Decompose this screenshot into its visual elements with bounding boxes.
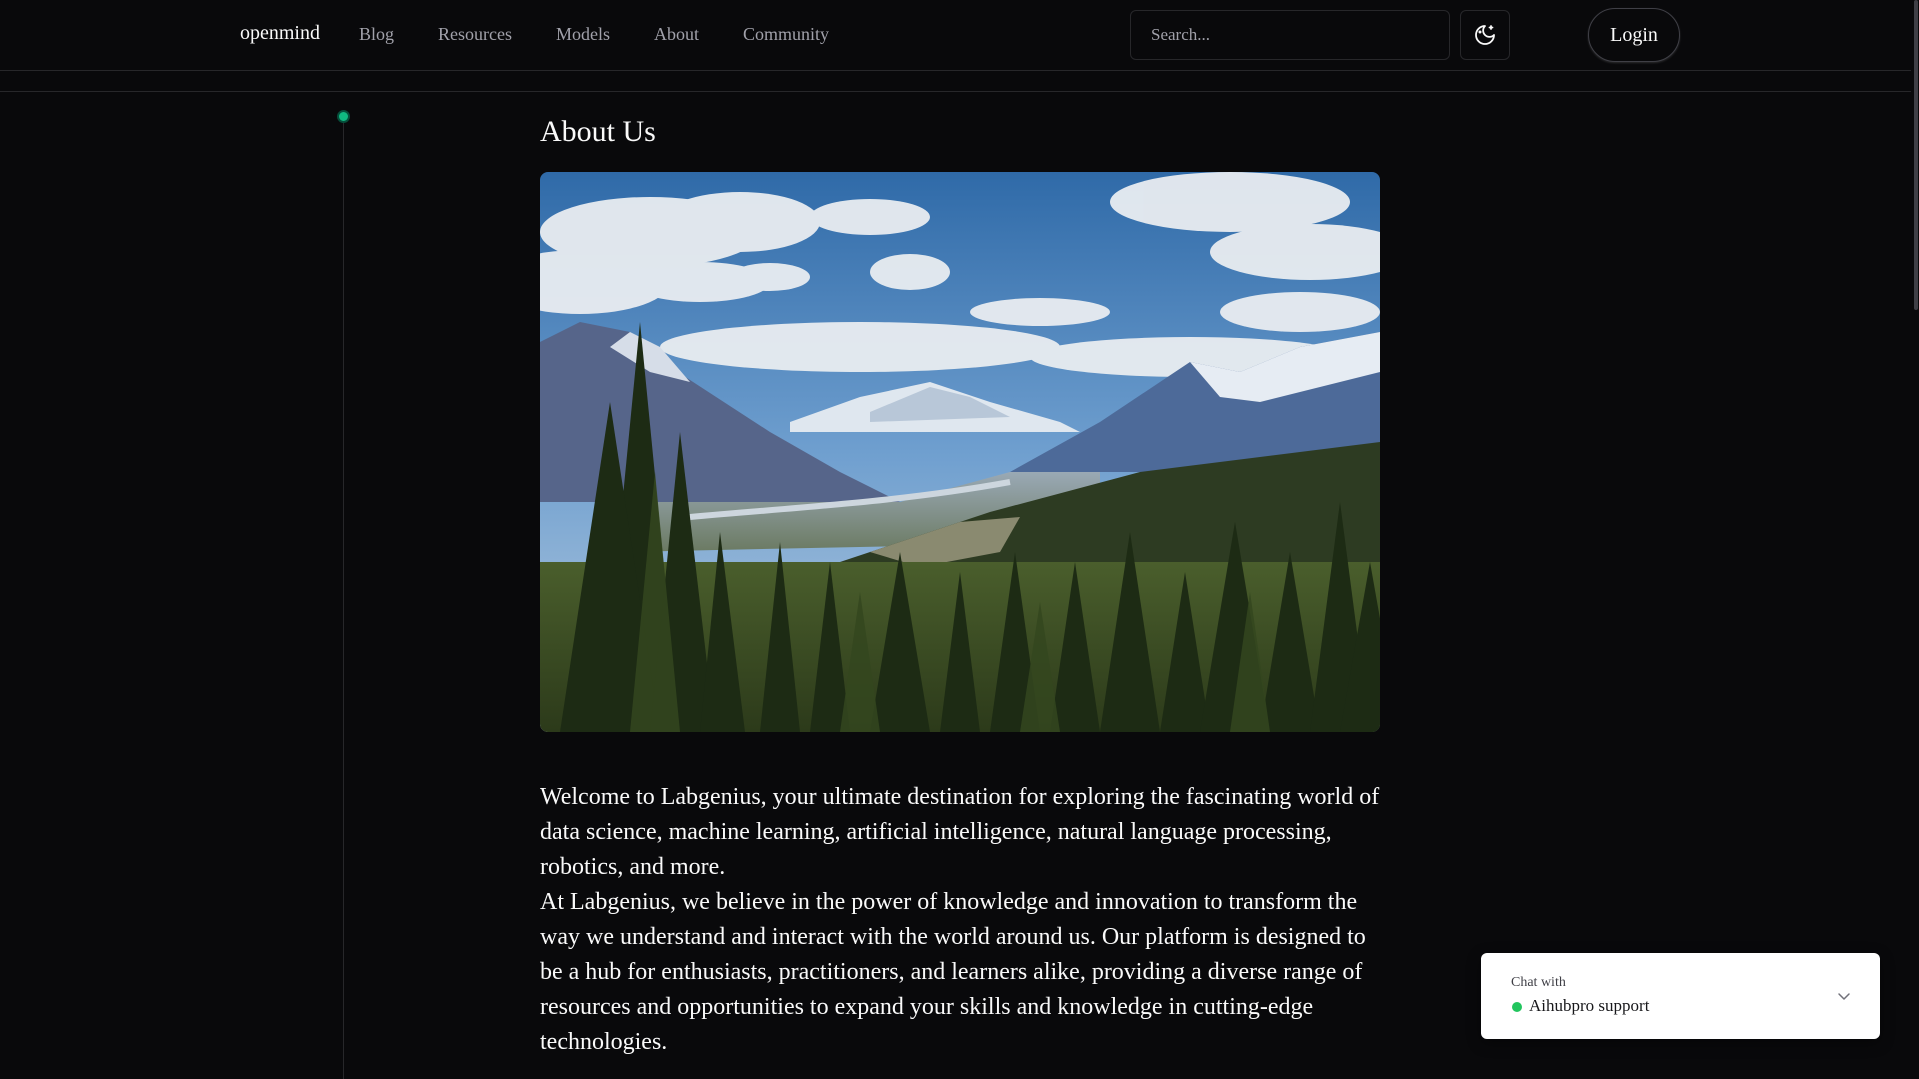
nav-link-resources[interactable]: Resources: [438, 24, 512, 45]
scrollbar-thumb[interactable]: [1914, 0, 1918, 310]
nav-link-about[interactable]: About: [654, 24, 699, 45]
article-paragraph: Welcome to Labgenius, your ultimate dest…: [540, 784, 1380, 880]
brand-logo-link[interactable]: openmind: [240, 22, 320, 45]
header-divider: [0, 91, 1919, 92]
hero-image: [540, 172, 1380, 732]
nav-link-blog[interactable]: Blog: [359, 24, 394, 45]
article-paragraph: At Labgenius, we believe in the power of…: [540, 889, 1366, 1055]
timeline-line: [343, 118, 344, 1079]
online-status-dot: [1512, 1002, 1522, 1012]
page-title: About Us: [540, 115, 656, 148]
login-button[interactable]: Login: [1588, 8, 1680, 62]
search-input[interactable]: [1130, 10, 1450, 60]
moon-sparkle-icon: [1475, 25, 1495, 45]
nav-link-community[interactable]: Community: [743, 24, 829, 45]
site-header: openmind Blog Resources Models About Com…: [0, 0, 1919, 71]
chevron-down-icon[interactable]: [1836, 988, 1852, 1004]
chat-widget[interactable]: Chat with Aihubpro support: [1481, 953, 1880, 1039]
chat-support-name: Aihubpro support: [1529, 996, 1650, 1015]
chat-label: Chat with: [1511, 975, 1566, 990]
theme-toggle-button[interactable]: [1460, 10, 1510, 60]
nav-link-models[interactable]: Models: [556, 24, 610, 45]
about-article: Welcome to Labgenius, your ultimate dest…: [540, 780, 1380, 1060]
timeline-dot: [337, 110, 350, 123]
main-nav: Blog Resources Models About Community: [359, 24, 873, 45]
